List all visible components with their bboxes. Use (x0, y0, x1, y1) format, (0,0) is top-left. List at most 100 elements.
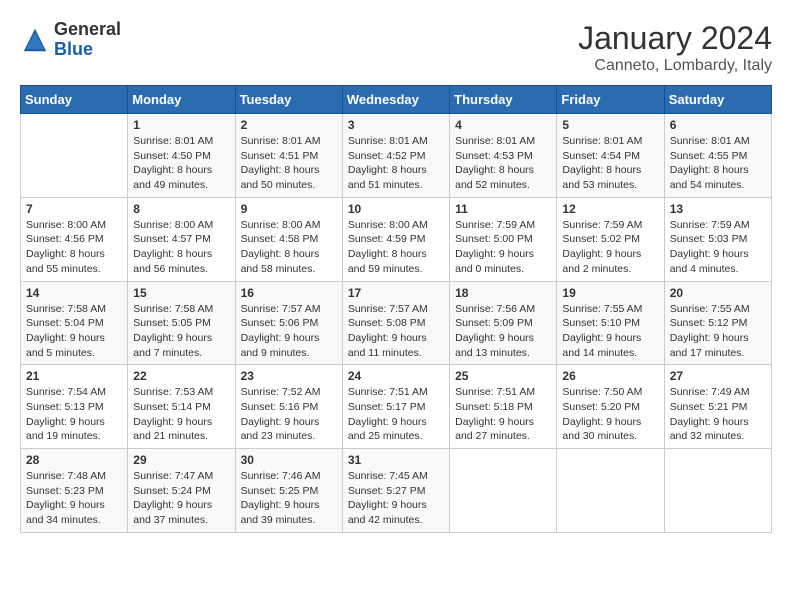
calendar-day-cell (21, 114, 128, 198)
calendar-day-cell: 10Sunrise: 8:00 AMSunset: 4:59 PMDayligh… (342, 197, 449, 281)
calendar-subtitle: Canneto, Lombardy, Italy (578, 57, 772, 75)
day-number: 5 (562, 118, 658, 132)
calendar-week-row: 14Sunrise: 7:58 AMSunset: 5:04 PMDayligh… (21, 281, 772, 365)
day-info: Sunrise: 8:01 AMSunset: 4:53 PMDaylight:… (455, 134, 551, 193)
day-info: Sunrise: 7:48 AMSunset: 5:23 PMDaylight:… (26, 469, 122, 528)
calendar-day-cell: 28 Sunrise: 7:48 AMSunset: 5:23 PMDayligh… (21, 449, 128, 533)
day-info: Sunrise: 8:00 AMSunset: 4:56 PMDaylight:… (26, 218, 122, 277)
calendar-day-cell: 30 Sunrise: 7:46 AMSunset: 5:25 PMDayligh… (235, 449, 342, 533)
logo-blue-text: Blue (54, 39, 93, 59)
calendar-day-cell: 7 Sunrise: 8:00 AMSunset: 4:56 PMDaylight… (21, 197, 128, 281)
calendar-header-row: SundayMondayTuesdayWednesdayThursdayFrid… (21, 86, 772, 114)
day-info: Sunrise: 7:46 AMSunset: 5:25 PMDaylight:… (241, 469, 337, 528)
calendar-day-cell: 3Sunrise: 8:01 AMSunset: 4:52 PMDaylight… (342, 114, 449, 198)
day-number: 4 (455, 118, 551, 132)
day-info: Sunrise: 7:51 AMSunset: 5:17 PMDaylight:… (348, 385, 444, 444)
day-number: 17 (348, 286, 444, 300)
day-info: Sunrise: 7:51 AMSunset: 5:18 PMDaylight:… (455, 385, 551, 444)
calendar-day-cell (664, 449, 771, 533)
day-number: 19 (562, 286, 658, 300)
calendar-day-cell: 5 Sunrise: 8:01 AMSunset: 4:54 PMDaylight… (557, 114, 664, 198)
calendar-day-cell: 1 Sunrise: 8:01 AMSunset: 4:50 PMDaylight… (128, 114, 235, 198)
logo-icon (20, 25, 50, 55)
day-number: 9 (241, 202, 337, 216)
calendar-day-cell: 24 Sunrise: 7:51 AMSunset: 5:17 PMDayligh… (342, 365, 449, 449)
day-info: Sunrise: 7:55 AMSunset: 5:12 PMDaylight:… (670, 302, 766, 361)
calendar-day-cell: 25Sunrise: 7:51 AMSunset: 5:18 PMDayligh… (450, 365, 557, 449)
calendar-day-cell: 21Sunrise: 7:54 AMSunset: 5:13 PMDayligh… (21, 365, 128, 449)
calendar-day-header: Thursday (450, 86, 557, 114)
calendar-day-header: Friday (557, 86, 664, 114)
calendar-day-cell (557, 449, 664, 533)
day-info: Sunrise: 7:56 AMSunset: 5:09 PMDaylight:… (455, 302, 551, 361)
calendar-day-cell: 2Sunrise: 8:01 AMSunset: 4:51 PMDaylight… (235, 114, 342, 198)
day-info: Sunrise: 8:01 AMSunset: 4:51 PMDaylight:… (241, 134, 337, 193)
day-number: 27 (670, 369, 766, 383)
day-number: 3 (348, 118, 444, 132)
day-number: 14 (26, 286, 122, 300)
day-info: Sunrise: 8:00 AMSunset: 4:59 PMDaylight:… (348, 218, 444, 277)
calendar-table: SundayMondayTuesdayWednesdayThursdayFrid… (20, 85, 772, 533)
day-number: 20 (670, 286, 766, 300)
calendar-week-row: 1 Sunrise: 8:01 AMSunset: 4:50 PMDaylight… (21, 114, 772, 198)
day-info: Sunrise: 8:00 AMSunset: 4:58 PMDaylight:… (241, 218, 337, 277)
calendar-day-cell (450, 449, 557, 533)
day-number: 28 (26, 453, 122, 467)
calendar-day-cell: 9 Sunrise: 8:00 AMSunset: 4:58 PMDaylight… (235, 197, 342, 281)
calendar-day-cell: 29Sunrise: 7:47 AMSunset: 5:24 PMDayligh… (128, 449, 235, 533)
calendar-day-header: Tuesday (235, 86, 342, 114)
calendar-day-cell: 8Sunrise: 8:00 AMSunset: 4:57 PMDaylight… (128, 197, 235, 281)
calendar-day-cell: 23Sunrise: 7:52 AMSunset: 5:16 PMDayligh… (235, 365, 342, 449)
day-number: 11 (455, 202, 551, 216)
calendar-day-cell: 20 Sunrise: 7:55 AMSunset: 5:12 PMDayligh… (664, 281, 771, 365)
day-number: 1 (133, 118, 229, 132)
day-number: 21 (26, 369, 122, 383)
day-number: 24 (348, 369, 444, 383)
day-info: Sunrise: 8:01 AMSunset: 4:55 PMDaylight:… (670, 134, 766, 193)
calendar-day-header: Saturday (664, 86, 771, 114)
calendar-day-cell: 26 Sunrise: 7:50 AMSunset: 5:20 PMDayligh… (557, 365, 664, 449)
calendar-day-cell: 31Sunrise: 7:45 AMSunset: 5:27 PMDayligh… (342, 449, 449, 533)
logo-general-text: General (54, 19, 121, 39)
day-number: 22 (133, 369, 229, 383)
calendar-day-cell: 12 Sunrise: 7:59 AMSunset: 5:02 PMDayligh… (557, 197, 664, 281)
day-info: Sunrise: 7:59 AMSunset: 5:02 PMDaylight:… (562, 218, 658, 277)
day-number: 30 (241, 453, 337, 467)
day-info: Sunrise: 8:01 AMSunset: 4:50 PMDaylight:… (133, 134, 229, 193)
calendar-day-cell: 19 Sunrise: 7:55 AMSunset: 5:10 PMDayligh… (557, 281, 664, 365)
calendar-title: January 2024 (578, 20, 772, 57)
title-block: January 2024 Canneto, Lombardy, Italy (578, 20, 772, 75)
logo: General Blue (20, 20, 121, 60)
day-number: 7 (26, 202, 122, 216)
day-number: 16 (241, 286, 337, 300)
calendar-week-row: 21Sunrise: 7:54 AMSunset: 5:13 PMDayligh… (21, 365, 772, 449)
day-number: 23 (241, 369, 337, 383)
day-number: 18 (455, 286, 551, 300)
day-info: Sunrise: 7:57 AMSunset: 5:06 PMDaylight:… (241, 302, 337, 361)
calendar-day-header: Monday (128, 86, 235, 114)
day-info: Sunrise: 7:57 AMSunset: 5:08 PMDaylight:… (348, 302, 444, 361)
day-info: Sunrise: 7:50 AMSunset: 5:20 PMDaylight:… (562, 385, 658, 444)
day-number: 26 (562, 369, 658, 383)
calendar-day-cell: 18 Sunrise: 7:56 AMSunset: 5:09 PMDayligh… (450, 281, 557, 365)
day-info: Sunrise: 7:59 AMSunset: 5:03 PMDaylight:… (670, 218, 766, 277)
calendar-day-cell: 11 Sunrise: 7:59 AMSunset: 5:00 PMDayligh… (450, 197, 557, 281)
day-info: Sunrise: 8:01 AMSunset: 4:54 PMDaylight:… (562, 134, 658, 193)
day-number: 31 (348, 453, 444, 467)
calendar-day-cell: 17 Sunrise: 7:57 AMSunset: 5:08 PMDayligh… (342, 281, 449, 365)
calendar-body: 1 Sunrise: 8:01 AMSunset: 4:50 PMDaylight… (21, 114, 772, 533)
day-info: Sunrise: 7:58 AMSunset: 5:05 PMDaylight:… (133, 302, 229, 361)
day-info: Sunrise: 7:59 AMSunset: 5:00 PMDaylight:… (455, 218, 551, 277)
day-number: 6 (670, 118, 766, 132)
day-info: Sunrise: 7:55 AMSunset: 5:10 PMDaylight:… (562, 302, 658, 361)
calendar-day-cell: 13Sunrise: 7:59 AMSunset: 5:03 PMDayligh… (664, 197, 771, 281)
day-number: 12 (562, 202, 658, 216)
calendar-day-cell: 22Sunrise: 7:53 AMSunset: 5:14 PMDayligh… (128, 365, 235, 449)
day-number: 29 (133, 453, 229, 467)
calendar-week-row: 28 Sunrise: 7:48 AMSunset: 5:23 PMDayligh… (21, 449, 772, 533)
calendar-day-cell: 15Sunrise: 7:58 AMSunset: 5:05 PMDayligh… (128, 281, 235, 365)
calendar-day-cell: 6 Sunrise: 8:01 AMSunset: 4:55 PMDaylight… (664, 114, 771, 198)
page-header: General Blue January 2024 Canneto, Lomba… (20, 20, 772, 75)
calendar-day-cell: 14Sunrise: 7:58 AMSunset: 5:04 PMDayligh… (21, 281, 128, 365)
day-number: 8 (133, 202, 229, 216)
